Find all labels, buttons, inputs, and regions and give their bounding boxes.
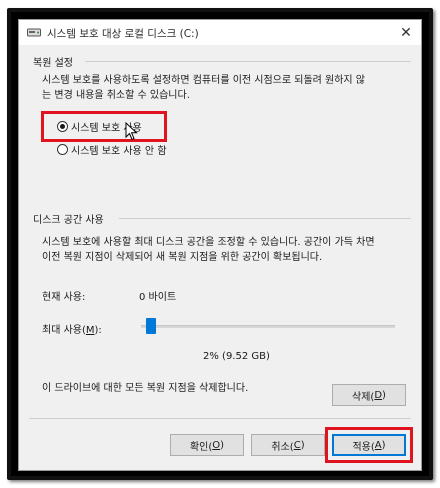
highlight-box-protection	[41, 111, 167, 142]
disk-space-title: 디스크 공간 사용	[33, 215, 104, 226]
ok-button[interactable]: 확인(O)	[170, 434, 244, 456]
mouse-cursor-icon	[125, 121, 139, 142]
window-title: 시스템 보호 대상 로컬 디스크 (C:)	[47, 28, 199, 40]
max-usage-value: 2% (9.52 GB)	[203, 351, 270, 362]
drive-icon	[27, 26, 41, 38]
max-usage-slider-track[interactable]	[141, 325, 395, 328]
footer-divider	[29, 418, 411, 419]
cancel-button[interactable]: 취소(C)	[251, 434, 325, 456]
max-usage-label: 최대 사용(M):	[42, 325, 102, 336]
disk-description-line1: 시스템 보호에 사용할 최대 디스크 공간을 조정할 수 있습니다. 공간이 가…	[42, 237, 375, 248]
radio-disable-protection[interactable]: 시스템 보호 사용 안 함	[57, 142, 167, 157]
restore-description-line1: 시스템 보호를 사용하도록 설정하면 컴퓨터를 이전 시점으로 되돌려 원하지 …	[42, 75, 366, 86]
restore-settings-title: 복원 설정	[33, 58, 73, 69]
highlight-box-apply	[325, 427, 413, 463]
title-bar: 시스템 보호 대상 로컬 디스크 (C:) ✕	[19, 20, 421, 45]
close-icon: ✕	[400, 24, 412, 41]
disk-description-line2: 이전 복원 지점이 삭제되어 새 복원 지점을 위한 공간이 확보됩니다.	[42, 252, 323, 263]
system-protection-dialog: 시스템 보호 대상 로컬 디스크 (C:) ✕ 복원 설정 시스템 보호를 사용…	[18, 19, 422, 471]
radio-disable-label: 시스템 보호 사용 안 함	[71, 146, 167, 157]
section-divider	[119, 218, 411, 219]
current-usage-value: 0 바이트	[139, 292, 177, 303]
delete-button[interactable]: 삭제(D)	[332, 384, 406, 406]
radio-unchecked-icon	[57, 144, 68, 155]
restore-description-line2: 는 변경 내용을 취소할 수 있습니다.	[42, 90, 190, 101]
close-button[interactable]: ✕	[391, 20, 421, 45]
max-usage-slider-thumb[interactable]	[145, 318, 156, 334]
current-usage-label: 현재 사용:	[42, 292, 86, 303]
delete-description: 이 드라이브에 대한 모든 복원 지점을 삭제합니다.	[42, 383, 249, 394]
section-divider	[85, 61, 411, 62]
